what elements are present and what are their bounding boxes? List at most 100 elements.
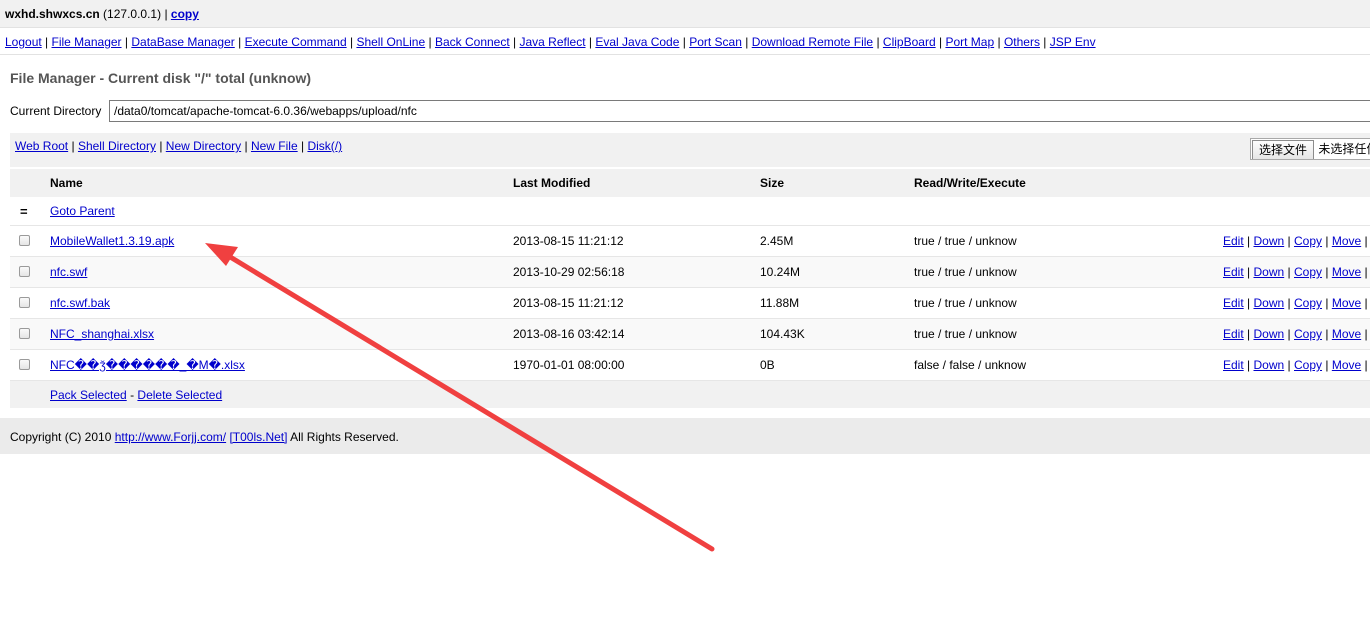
move-link[interactable]: Move	[1332, 327, 1361, 341]
separator: |	[1247, 234, 1251, 248]
row-checkbox[interactable]	[19, 328, 30, 339]
down-link[interactable]: Down	[1254, 296, 1285, 310]
edit-link[interactable]: Edit	[1223, 358, 1244, 372]
nav-shell-online[interactable]: Shell OnLine	[356, 35, 425, 49]
separator: |	[1247, 327, 1251, 341]
nav-java-reflect[interactable]: Java Reflect	[520, 35, 586, 49]
header-size: Size	[760, 176, 785, 190]
nav-port-map[interactable]: Port Map	[945, 35, 994, 49]
edit-link[interactable]: Edit	[1223, 234, 1244, 248]
shortcut-web-root[interactable]: Web Root	[15, 139, 68, 153]
separator: |	[876, 35, 880, 49]
shortcut-shell-directory[interactable]: Shell Directory	[78, 139, 156, 153]
file-last-modified: 1970-01-01 08:00:00	[513, 358, 625, 372]
file-name-link[interactable]: MobileWallet1.3.19.apk	[50, 234, 174, 248]
copy-link[interactable]: copy	[171, 7, 199, 21]
separator: |	[588, 35, 592, 49]
row-checkbox[interactable]	[19, 297, 30, 308]
pack-selected-link[interactable]: Pack Selected	[50, 388, 127, 402]
file-size: 11.88M	[760, 296, 800, 310]
goto-parent-link[interactable]: Goto Parent	[50, 204, 115, 218]
nav-back-connect[interactable]: Back Connect	[435, 35, 510, 49]
nav-jsp-env[interactable]: JSP Env	[1050, 35, 1096, 49]
copy-file-link[interactable]: Copy	[1294, 327, 1322, 341]
edit-link[interactable]: Edit	[1223, 327, 1244, 341]
separator: |	[1364, 327, 1368, 341]
separator: |	[159, 139, 163, 153]
copy-file-link[interactable]: Copy	[1294, 358, 1322, 372]
shortcut-links: Web Root | Shell Directory | New Directo…	[15, 139, 342, 153]
table-row: NFC��ǯ������_�M�.xlsx 1970-01-01 08:00:00…	[10, 350, 1370, 381]
down-link[interactable]: Down	[1254, 358, 1285, 372]
file-size: 0B	[760, 358, 775, 372]
footer-link-t00ls[interactable]: [T00ls.Net]	[229, 430, 287, 444]
down-link[interactable]: Down	[1254, 234, 1285, 248]
separator: |	[1364, 265, 1368, 279]
shortcut-disk[interactable]: Disk(/)	[307, 139, 342, 153]
nav-others[interactable]: Others	[1004, 35, 1040, 49]
row-checkbox[interactable]	[19, 266, 30, 277]
file-status: 未选择任何文件	[1318, 142, 1370, 156]
nav-database-manager[interactable]: DataBase Manager	[131, 35, 234, 49]
table-row: nfc.swf 2013-10-29 02:56:18 10.24M true / t…	[10, 257, 1370, 288]
separator: |	[71, 139, 75, 153]
shortcut-new-directory[interactable]: New Directory	[166, 139, 241, 153]
nav-file-manager[interactable]: File Manager	[52, 35, 122, 49]
move-link[interactable]: Move	[1332, 358, 1361, 372]
file-name-link[interactable]: NFC_shanghai.xlsx	[50, 327, 154, 341]
delete-selected-link[interactable]: Delete Selected	[137, 388, 222, 402]
separator: |	[1247, 296, 1251, 310]
footer-link-forjj[interactable]: http://www.Forjj.com/	[115, 430, 226, 444]
separator: |	[1247, 358, 1251, 372]
page-title: File Manager - Current disk "/" total (u…	[10, 70, 312, 86]
move-link[interactable]: Move	[1332, 296, 1361, 310]
separator: |	[1287, 234, 1291, 248]
current-directory-input[interactable]	[109, 100, 1370, 122]
nav-port-scan[interactable]: Port Scan	[689, 35, 742, 49]
nav-eval-java-code[interactable]: Eval Java Code	[595, 35, 679, 49]
choose-file-button[interactable]: 选择文件	[1252, 140, 1315, 159]
file-name-link[interactable]: nfc.swf	[50, 265, 87, 279]
separator: |	[124, 35, 129, 49]
table-row: MobileWallet1.3.19.apk 2013-08-15 11:21:1…	[10, 226, 1370, 257]
move-link[interactable]: Move	[1332, 265, 1361, 279]
file-upload-picker[interactable]: 选择文件 未选择任何文件	[1250, 138, 1370, 160]
nav-execute-command[interactable]: Execute Command	[245, 35, 347, 49]
main-nav: Logout | File Manager | DataBase Manager…	[0, 28, 1370, 55]
separator: |	[1287, 327, 1291, 341]
edit-link[interactable]: Edit	[1223, 265, 1244, 279]
separator: |	[938, 35, 943, 49]
file-last-modified: 2013-08-15 11:21:12	[513, 234, 624, 248]
separator: |	[164, 7, 168, 21]
file-last-modified: 2013-08-16 03:42:14	[513, 327, 625, 341]
separator: |	[244, 139, 248, 153]
down-link[interactable]: Down	[1254, 265, 1285, 279]
separator: |	[238, 35, 242, 49]
footer: Copyright (C) 2010 http://www.Forjj.com/…	[0, 418, 1370, 454]
copy-file-link[interactable]: Copy	[1294, 296, 1322, 310]
row-checkbox[interactable]	[19, 359, 30, 370]
down-link[interactable]: Down	[1254, 327, 1285, 341]
file-name-link[interactable]: nfc.swf.bak	[50, 296, 110, 310]
separator: |	[45, 35, 49, 49]
separator: |	[1325, 358, 1329, 372]
separator: |	[1325, 327, 1329, 341]
copy-file-link[interactable]: Copy	[1294, 265, 1322, 279]
file-actions: Edit | Down | Copy | Move | R	[1223, 296, 1370, 310]
file-name-link[interactable]: NFC��ǯ������_�M�.xlsx	[50, 358, 245, 372]
nav-download-remote-file[interactable]: Download Remote File	[752, 35, 873, 49]
row-checkbox[interactable]	[19, 235, 30, 246]
file-size: 104.43K	[760, 327, 805, 341]
copy-file-link[interactable]: Copy	[1294, 234, 1322, 248]
table-row: nfc.swf.bak 2013-08-15 11:21:12 11.88M true…	[10, 288, 1370, 319]
nav-clipboard[interactable]: ClipBoard	[883, 35, 936, 49]
move-link[interactable]: Move	[1332, 234, 1361, 248]
host-info: wxhd.shwxcs.cn (127.0.0.1) | copy	[5, 7, 199, 21]
edit-link[interactable]: Edit	[1223, 296, 1244, 310]
nav-logout[interactable]: Logout	[5, 35, 42, 49]
separator: |	[1287, 265, 1291, 279]
separator: |	[1325, 265, 1329, 279]
shortcut-new-file[interactable]: New File	[251, 139, 298, 153]
file-table: Name Last Modified Size Read/Write/Execu…	[10, 169, 1370, 408]
file-actions: Edit | Down | Copy | Move | R	[1223, 265, 1370, 279]
